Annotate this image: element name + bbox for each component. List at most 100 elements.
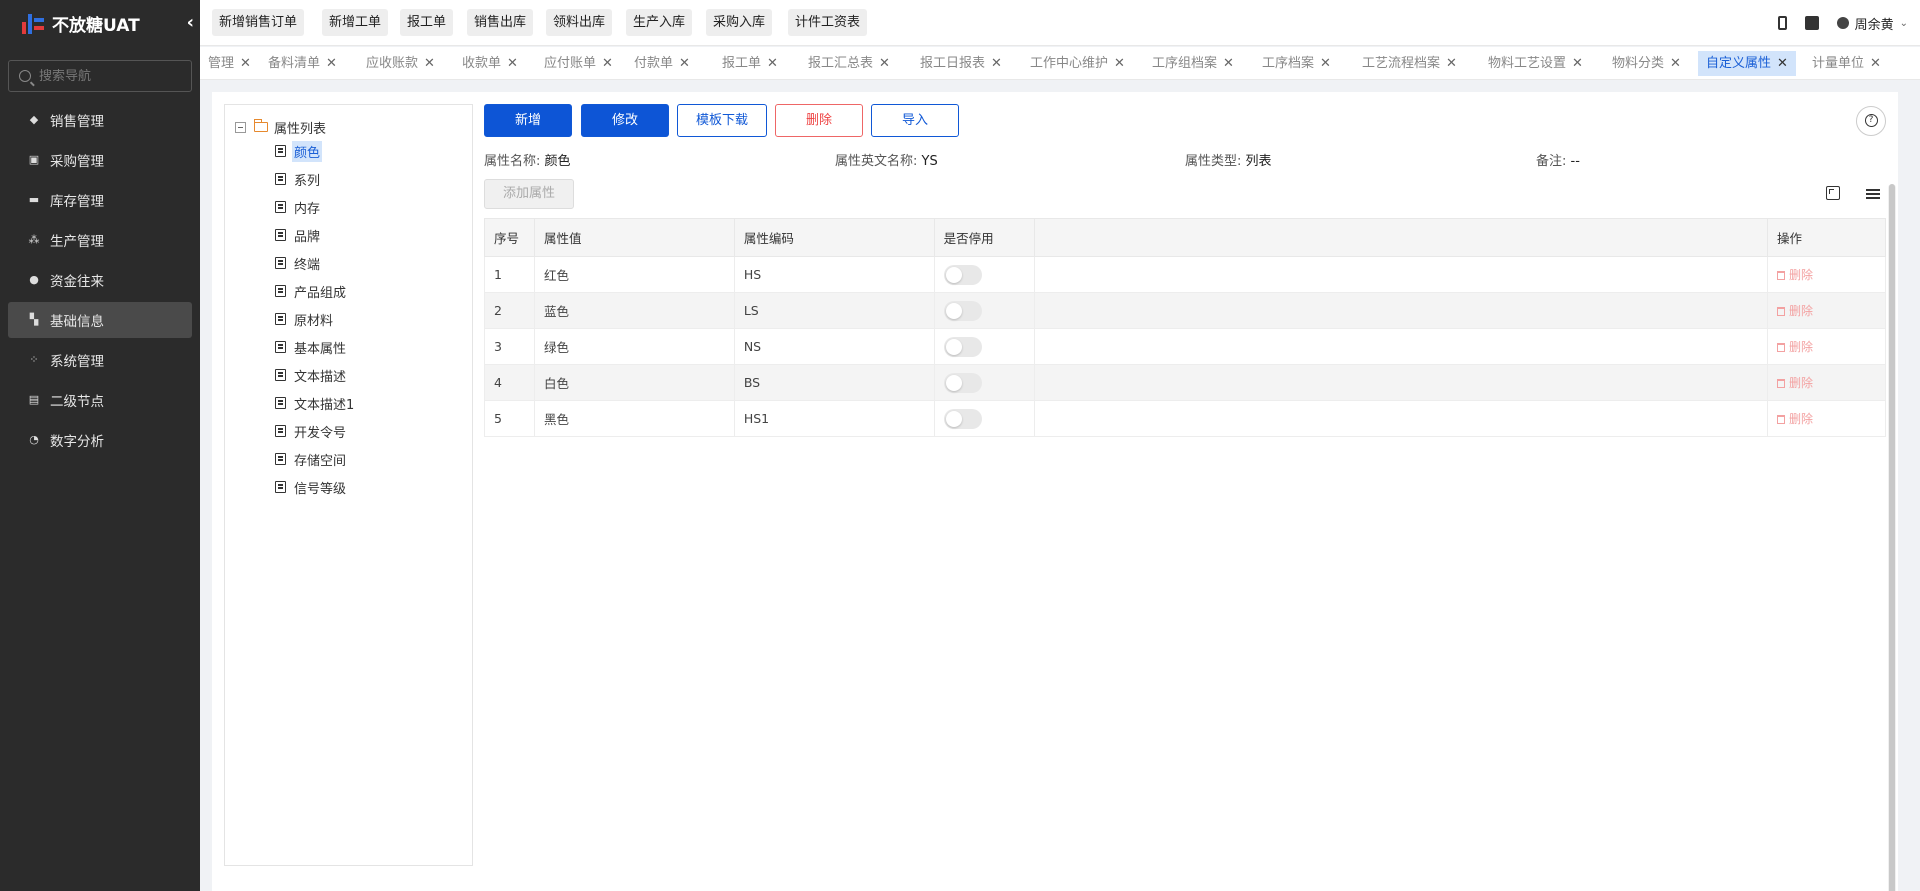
close-icon[interactable]: ✕ (1114, 56, 1125, 71)
close-icon[interactable]: ✕ (879, 56, 890, 71)
tab-item[interactable]: 工序档案 ✕ (1254, 51, 1339, 76)
quick-action-button[interactable]: 新增工单 (322, 9, 389, 36)
info-remark: 备注: -- (1536, 150, 1580, 169)
screen-icon[interactable] (1804, 16, 1819, 30)
nav-search-input[interactable] (39, 68, 189, 84)
tree-node[interactable]: 开发令号 (275, 420, 348, 442)
tab-item[interactable]: 物料工艺设置 ✕ (1480, 51, 1591, 76)
scrollbar-thumb[interactable] (1889, 184, 1895, 891)
tab-item[interactable]: 收款单 ✕ (454, 51, 526, 76)
quick-action-button[interactable]: 销售出库 (467, 9, 534, 36)
column-settings-icon[interactable] (1866, 186, 1880, 200)
disable-toggle[interactable] (943, 408, 982, 429)
disable-toggle[interactable] (943, 336, 982, 357)
tab-label: 应付账单 (544, 56, 597, 71)
add-button[interactable]: 新增 (484, 104, 572, 137)
sidebar-item-5[interactable]: ▚ 基础信息 (8, 302, 192, 338)
close-icon[interactable]: ✕ (507, 56, 518, 71)
help-button[interactable]: ? (1856, 106, 1886, 136)
sidebar-item-0[interactable]: ◆ 销售管理 (8, 102, 192, 138)
quick-action-button[interactable]: 计件工资表 (788, 9, 868, 36)
info-type-value: 列表 (1245, 154, 1272, 169)
close-icon[interactable]: ✕ (1572, 56, 1583, 71)
close-icon[interactable]: ✕ (424, 56, 435, 71)
close-icon[interactable]: ✕ (1446, 56, 1457, 71)
sidebar-item-2[interactable]: ▬ 库存管理 (8, 182, 192, 218)
row-delete-link[interactable]: 删除 (1777, 340, 1813, 354)
disable-toggle[interactable] (943, 372, 982, 393)
tree-node-label: 信号等级 (294, 481, 347, 497)
cell-disabled (933, 256, 1035, 293)
quick-action-button[interactable]: 报工单 (400, 9, 454, 36)
tree-node[interactable]: 颜色 (275, 140, 323, 162)
tab-item[interactable]: 管理 ✕ (200, 51, 259, 76)
quick-action-button[interactable]: 领料出库 (546, 9, 613, 36)
tree-node[interactable]: 系列 (275, 168, 322, 190)
delete-button[interactable]: 删除 (775, 104, 863, 137)
sidebar-item-4[interactable]: ● 资金往来 (8, 262, 192, 298)
tab-item[interactable]: 计量单位 ✕ (1804, 51, 1889, 76)
disable-toggle[interactable] (943, 300, 982, 321)
warehouse-icon: ▬ (28, 193, 40, 206)
quick-action-button[interactable]: 生产入库 (626, 9, 693, 36)
disable-toggle[interactable] (943, 264, 982, 285)
tree-node[interactable]: 存储空间 (275, 448, 348, 470)
quick-action-button[interactable]: 新增销售订单 (212, 9, 305, 36)
collapse-icon[interactable] (235, 121, 246, 133)
template-download-button[interactable]: 模板下载 (677, 104, 767, 137)
tab-item[interactable]: 工艺流程档案 ✕ (1354, 51, 1465, 76)
row-delete-link[interactable]: 删除 (1777, 268, 1813, 282)
import-button[interactable]: 导入 (871, 104, 959, 137)
sidebar-item-6[interactable]: ⁘ 系统管理 (8, 342, 192, 378)
cell-disabled (933, 328, 1035, 365)
tab-item[interactable]: 物料分类 ✕ (1604, 51, 1689, 76)
close-icon[interactable]: ✕ (991, 56, 1002, 71)
tab-item[interactable]: 应付账单 ✕ (536, 51, 621, 76)
tab-item[interactable]: 付款单 ✕ (626, 51, 698, 76)
row-delete-link[interactable]: 删除 (1777, 304, 1813, 318)
chevron-left-icon[interactable]: ‹ (187, 12, 194, 33)
close-icon[interactable]: ✕ (767, 56, 778, 71)
close-icon[interactable]: ✕ (1670, 56, 1681, 71)
row-delete-link[interactable]: 删除 (1777, 412, 1813, 426)
nav-search[interactable] (8, 60, 192, 92)
close-icon[interactable]: ✕ (1870, 56, 1881, 71)
sidebar-item-8[interactable]: ◔ 数字分析 (8, 422, 192, 458)
tree-node[interactable]: 品牌 (275, 224, 322, 246)
tab-item[interactable]: 自定义属性 ✕ (1698, 51, 1796, 76)
tab-item[interactable]: 报工日报表 ✕ (912, 51, 1010, 76)
tab-item[interactable]: 工序组档案 ✕ (1144, 51, 1242, 76)
tree-node[interactable]: 内存 (275, 196, 322, 218)
sidebar-item-3[interactable]: ⁂ 生产管理 (8, 222, 192, 258)
tab-item[interactable]: 备料清单 ✕ (260, 51, 345, 76)
tree-node[interactable]: 原材料 (275, 308, 335, 330)
tab-item[interactable]: 报工汇总表 ✕ (800, 51, 898, 76)
close-icon[interactable]: ✕ (602, 56, 613, 71)
close-icon[interactable]: ✕ (1223, 56, 1234, 71)
sidebar-item-7[interactable]: ▤ 二级节点 (8, 382, 192, 418)
row-delete-link[interactable]: 删除 (1777, 376, 1813, 390)
tree-root[interactable]: 属性列表 (235, 117, 326, 137)
tab-item[interactable]: 应收账款 ✕ (358, 51, 443, 76)
quick-action-button[interactable]: 采购入库 (706, 9, 773, 36)
mobile-icon[interactable] (1777, 16, 1787, 30)
tab-item[interactable]: 工作中心维护 ✕ (1022, 51, 1133, 76)
close-icon[interactable]: ✕ (1320, 56, 1331, 71)
tree-node[interactable]: 基本属性 (275, 336, 348, 358)
close-icon[interactable]: ✕ (240, 56, 251, 71)
user-menu[interactable]: 周余黄 ⌄ (1836, 14, 1908, 33)
tree-node[interactable]: 文本描述 (275, 364, 348, 386)
edit-button[interactable]: 修改 (581, 104, 669, 137)
tree-node[interactable]: 终端 (275, 252, 322, 274)
sidebar-item-1[interactable]: ▣ 采购管理 (8, 142, 192, 178)
close-icon[interactable]: ✕ (679, 56, 690, 71)
close-icon[interactable]: ✕ (1777, 56, 1788, 71)
tree-node[interactable]: 产品组成 (275, 280, 348, 302)
fullscreen-icon[interactable] (1826, 186, 1840, 200)
close-icon[interactable]: ✕ (326, 56, 337, 71)
tree-node[interactable]: 信号等级 (275, 476, 348, 498)
tab-item[interactable]: 报工单 ✕ (714, 51, 786, 76)
tree-node[interactable]: 文本描述1 (275, 392, 356, 414)
column-header (1033, 218, 1769, 257)
scrollbar[interactable] (1888, 184, 1896, 891)
